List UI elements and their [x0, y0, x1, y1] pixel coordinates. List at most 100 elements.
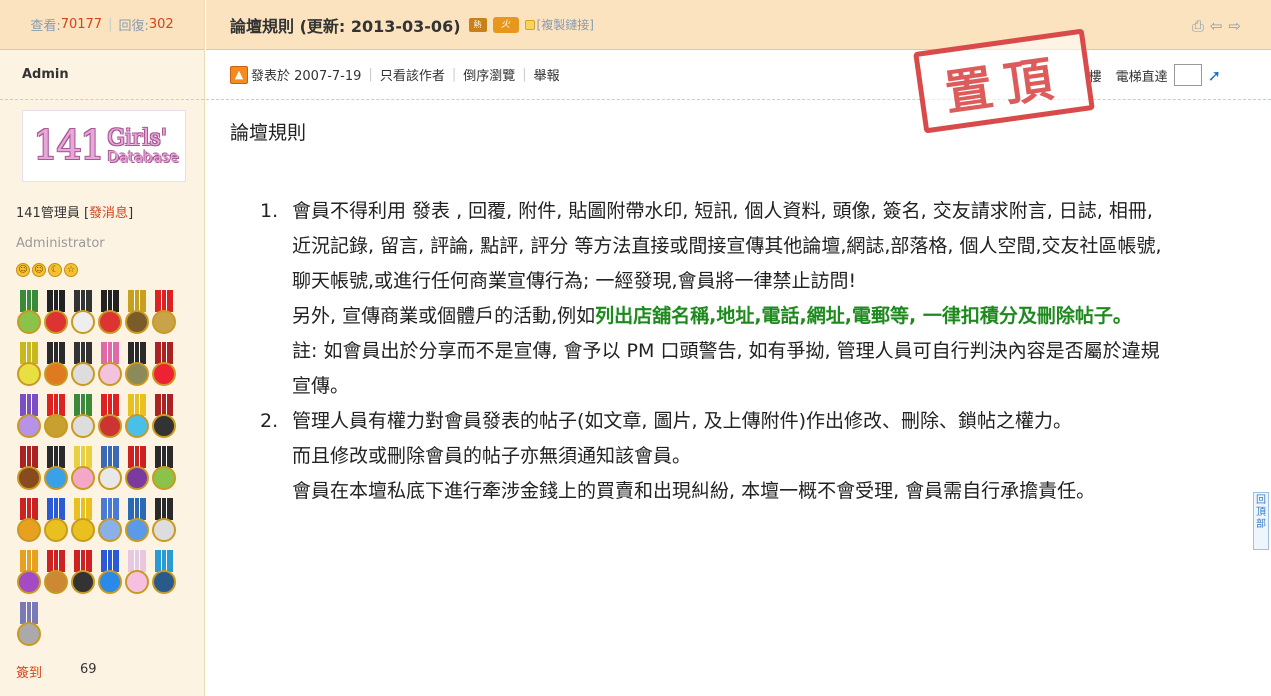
medal-icon[interactable] [124, 498, 150, 544]
medal-icon[interactable] [43, 446, 69, 492]
medal-disc [98, 414, 122, 438]
medal-icon[interactable] [124, 394, 150, 440]
medal-disc [98, 466, 122, 490]
medal-icon[interactable] [151, 290, 177, 336]
elevator-label: 電梯直達 [1115, 69, 1168, 85]
medal-ribbon [47, 498, 65, 520]
medal-icon[interactable] [151, 498, 177, 544]
medal-icon[interactable] [124, 290, 150, 336]
medal-icon[interactable] [124, 342, 150, 388]
medal-ribbon [155, 446, 173, 468]
medal-icon[interactable] [16, 550, 42, 596]
rule-extra-text: 另外, 宣傳商業或個體戶的活動,例如 [292, 305, 596, 327]
medal-disc [125, 466, 149, 490]
medal-icon[interactable] [151, 446, 177, 492]
medal-ribbon [155, 550, 173, 572]
medal-disc [44, 518, 68, 542]
user-icon: ▲ [230, 65, 248, 84]
medal-ribbon [74, 290, 92, 312]
copy-link-label: [複製鏈接] [536, 18, 594, 32]
signin-label[interactable]: 簽到 [16, 662, 42, 681]
go-floor-icon[interactable]: ➚ [1208, 66, 1221, 85]
medal-icon[interactable] [16, 342, 42, 388]
medal-icon[interactable] [70, 446, 96, 492]
views-label: 查看: [30, 19, 61, 34]
medal-icon[interactable] [43, 550, 69, 596]
rank-stars: ☺ ☺ ☾ ☆ [16, 263, 78, 277]
print-icon[interactable]: ⎙ [1192, 17, 1204, 35]
report-link[interactable]: 舉報 [534, 65, 560, 84]
medal-ribbon [20, 498, 38, 520]
medal-icon[interactable] [151, 342, 177, 388]
avatar[interactable]: 141 Girls' Database [22, 110, 186, 182]
copy-link-button[interactable]: [複製鏈接] [524, 16, 594, 33]
medal-disc [125, 570, 149, 594]
medal-icon[interactable] [16, 290, 42, 336]
medal-disc [17, 518, 41, 542]
medal-ribbon [101, 290, 119, 312]
medal-disc [44, 310, 68, 334]
medal-icon[interactable] [97, 446, 123, 492]
medal-icon[interactable] [70, 290, 96, 336]
reverse-order-link[interactable]: 倒序瀏覽 [463, 65, 515, 84]
medal-icon[interactable] [70, 498, 96, 544]
medal-icon[interactable] [16, 394, 42, 440]
medal-icon[interactable] [70, 550, 96, 596]
medal-disc [71, 414, 95, 438]
sun-icon: ☺ [16, 263, 30, 277]
medal-disc [71, 570, 95, 594]
medal-icon[interactable] [70, 394, 96, 440]
only-author-link[interactable]: 只看該作者 [380, 65, 445, 84]
medal-disc [152, 570, 176, 594]
medal-icon[interactable] [97, 394, 123, 440]
medal-icon[interactable] [151, 550, 177, 596]
author-name[interactable]: Admin [0, 50, 204, 100]
medal-ribbon [101, 394, 119, 416]
thread-stats: 查看: 70177 | 回復: 302 [0, 0, 204, 50]
next-thread-icon[interactable]: ⇨ [1228, 17, 1241, 35]
user-title: 141管理員 [發消息] [16, 206, 134, 221]
medal-disc [152, 310, 176, 334]
medal-icon[interactable] [124, 550, 150, 596]
medal-icon[interactable] [151, 394, 177, 440]
medal-ribbon [155, 290, 173, 312]
thread-header: 論壇規則 (更新: 2013-03-06) 熱 火 [複製鏈接] ⎙ ⇦ ⇨ [206, 0, 1271, 50]
medal-icon[interactable] [43, 394, 69, 440]
medal-disc [71, 518, 95, 542]
user-group: 141管理員 [16, 206, 80, 221]
sticky-stamp-text: 置頂 [941, 49, 1069, 123]
medal-disc [17, 310, 41, 334]
floor-input[interactable] [1173, 64, 1202, 86]
medal-icon[interactable] [124, 446, 150, 492]
medal-ribbon [74, 446, 92, 468]
post-info-bar: ▲ 發表於 2007-7-19 | 只看該作者 | 倒序瀏覽 | 舉報 樓 電梯… [206, 50, 1271, 100]
replies-count: 302 [148, 17, 174, 32]
medal-icon[interactable] [16, 446, 42, 492]
medal-ribbon [20, 394, 38, 416]
medal-icon[interactable] [70, 342, 96, 388]
medal-icon[interactable] [43, 498, 69, 544]
medal-ribbon [128, 342, 146, 364]
medal-ribbon [155, 342, 173, 364]
medal-icon[interactable] [16, 498, 42, 544]
medal-icon[interactable] [97, 342, 123, 388]
rule-line: 會員在本壇私底下進行牽涉金錢上的買賣和出現糾紛, 本壇一概不會受理, 會員需自行… [292, 480, 1096, 502]
back-to-top-button[interactable]: 回頂部 [1253, 492, 1269, 550]
medal-icon[interactable] [43, 342, 69, 388]
medal-ribbon [20, 290, 38, 312]
hot-thread-icon: 熱 [468, 17, 487, 32]
previous-thread-icon[interactable]: ⇦ [1210, 17, 1223, 35]
medal-disc [71, 362, 95, 386]
medal-icon[interactable] [97, 290, 123, 336]
sun-icon: ☺ [32, 263, 46, 277]
send-message-link[interactable]: 發消息 [89, 206, 128, 221]
replies-label: 回復: [118, 19, 149, 34]
rules-list: 1. 會員不得利用 發表 , 回覆, 附件, 貼圖附帶水印, 短訊, 個人資料,… [260, 194, 1170, 509]
medal-icon[interactable] [97, 498, 123, 544]
medal-ribbon [74, 342, 92, 364]
medal-ribbon [128, 290, 146, 312]
medal-disc [17, 466, 41, 490]
medal-icon[interactable] [97, 550, 123, 596]
medal-icon[interactable] [16, 602, 42, 648]
medal-icon[interactable] [43, 290, 69, 336]
